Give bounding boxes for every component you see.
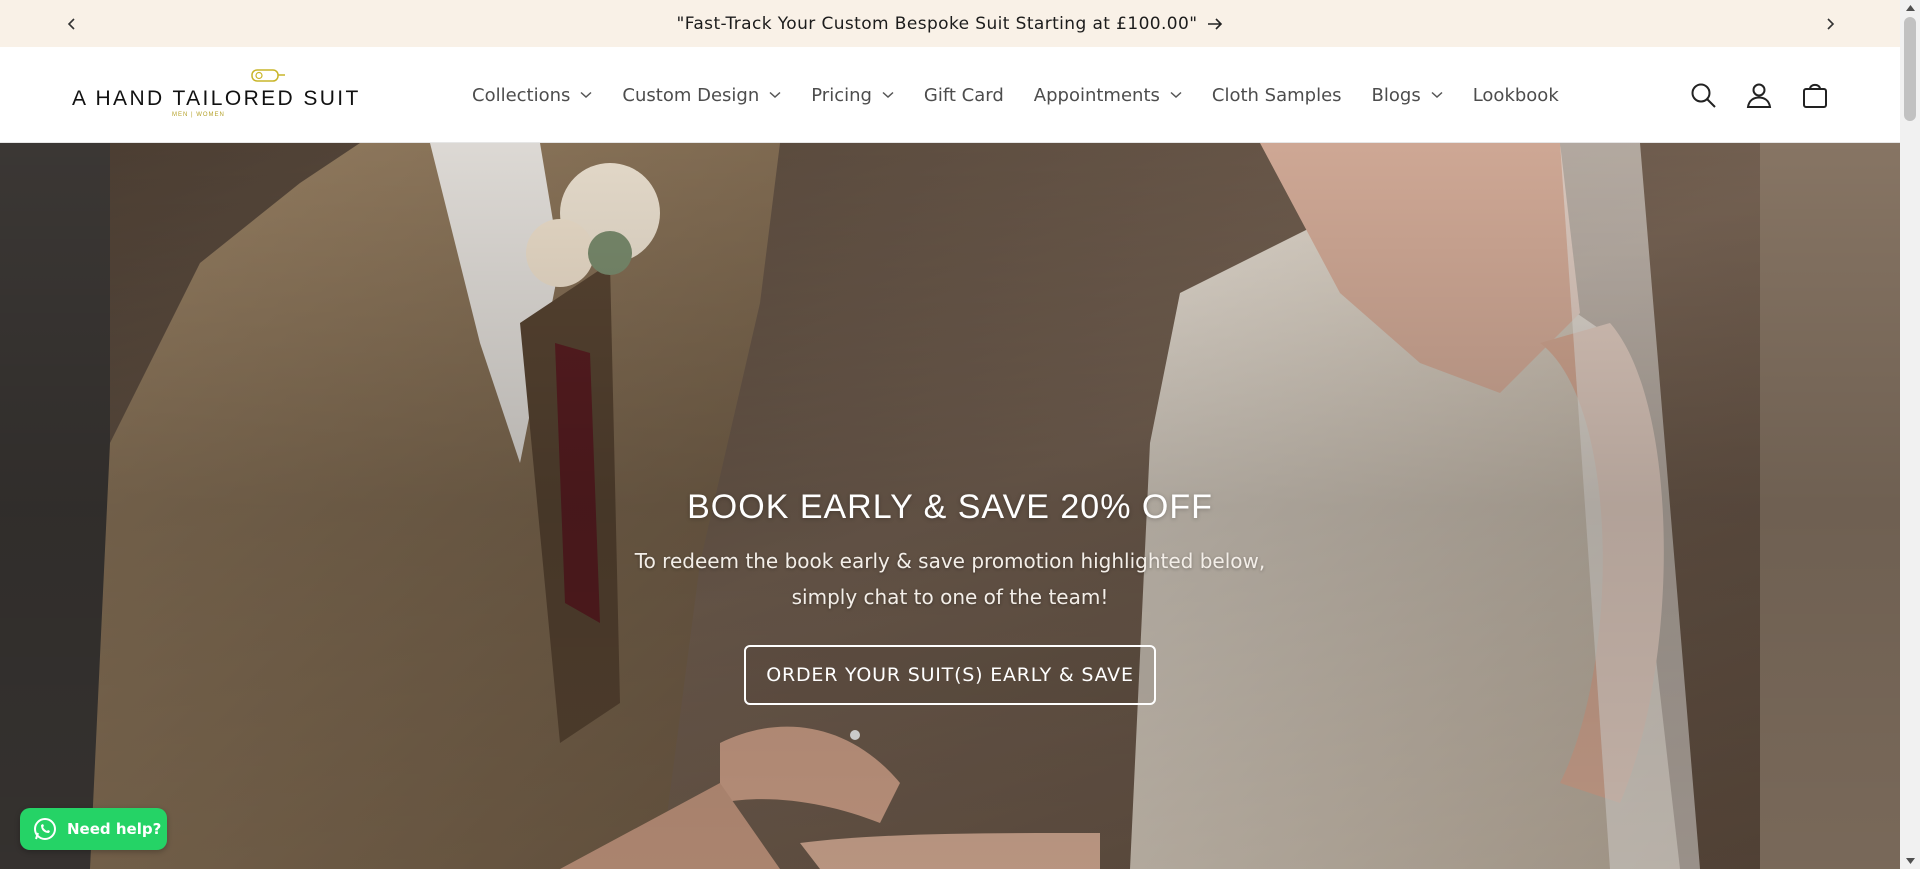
search-button[interactable]: [1688, 80, 1718, 110]
scrollbar-thumb[interactable]: [1904, 17, 1916, 121]
nav-pricing[interactable]: Pricing: [811, 85, 894, 106]
nav-label: Cloth Samples: [1211, 84, 1342, 106]
scrollbar[interactable]: [1900, 0, 1920, 869]
order-early-button[interactable]: ORDER YOUR SUIT(S) EARLY & SAVE: [744, 645, 1156, 705]
nav-cloth-samples[interactable]: Cloth Samples: [1212, 85, 1342, 106]
nav-label: Collections: [472, 84, 571, 106]
whatsapp-icon: [32, 816, 58, 842]
logo-text: A HAND TAILORED SUIT: [72, 87, 361, 110]
chevron-down-icon: [769, 91, 781, 99]
nav-appointments[interactable]: Appointments: [1034, 85, 1182, 106]
hero-content: BOOK EARLY & SAVE 20% OFF To redeem the …: [0, 143, 1900, 869]
chevron-right-icon: [1826, 17, 1834, 30]
announcement-prev-button[interactable]: [48, 0, 95, 47]
scroll-up-arrow-icon[interactable]: [1900, 0, 1920, 16]
chevron-down-icon: [580, 91, 592, 99]
chevron-down-icon: [882, 91, 894, 99]
announcement-next-button[interactable]: [1806, 0, 1853, 47]
header-actions: [1688, 47, 1830, 143]
announcement-text: "Fast-Track Your Custom Bespoke Suit Sta…: [676, 13, 1198, 34]
announcement-link[interactable]: "Fast-Track Your Custom Bespoke Suit Sta…: [677, 14, 1224, 34]
nav-collections[interactable]: Collections: [472, 85, 592, 106]
chevron-down-icon: [1431, 91, 1443, 99]
chevron-left-icon: [67, 17, 75, 30]
hero-title: BOOK EARLY & SAVE 20% OFF: [687, 488, 1213, 526]
nav-label: Blogs: [1371, 84, 1421, 106]
tape-measure-icon: [251, 69, 285, 82]
nav-lookbook[interactable]: Lookbook: [1473, 85, 1559, 106]
nav-label: Appointments: [1033, 84, 1160, 106]
whatsapp-label: Need help?: [67, 820, 162, 838]
nav-gift-card[interactable]: Gift Card: [924, 85, 1004, 106]
nav-label: Pricing: [811, 84, 872, 106]
hero-banner: BOOK EARLY & SAVE 20% OFF To redeem the …: [0, 143, 1900, 869]
account-button[interactable]: [1744, 80, 1774, 110]
arrow-right-icon: [1208, 17, 1223, 30]
account-icon: [1746, 83, 1772, 108]
main-nav: Collections Custom Design Pricing Gift C…: [472, 47, 1589, 143]
scroll-down-arrow-icon[interactable]: [1900, 853, 1920, 869]
cart-icon: [1803, 83, 1827, 108]
site-header: A HAND TAILORED SUIT MEN | WOMEN Collect…: [0, 47, 1900, 143]
nav-label: Custom Design: [622, 84, 760, 106]
search-icon: [1691, 83, 1716, 108]
logo[interactable]: A HAND TAILORED SUIT MEN | WOMEN: [72, 67, 358, 123]
nav-label: Lookbook: [1472, 84, 1559, 106]
hero-text: To redeem the book early & save promotio…: [634, 549, 1266, 609]
cart-button[interactable]: [1800, 80, 1830, 110]
nav-blogs[interactable]: Blogs: [1372, 85, 1443, 106]
nav-custom-design[interactable]: Custom Design: [622, 85, 781, 106]
chevron-down-icon: [1170, 91, 1182, 99]
nav-label: Gift Card: [923, 84, 1004, 106]
announcement-bar: "Fast-Track Your Custom Bespoke Suit Sta…: [0, 0, 1900, 47]
logo-subtext: MEN | WOMEN: [172, 112, 225, 118]
whatsapp-chat-button[interactable]: Need help?: [20, 808, 167, 850]
